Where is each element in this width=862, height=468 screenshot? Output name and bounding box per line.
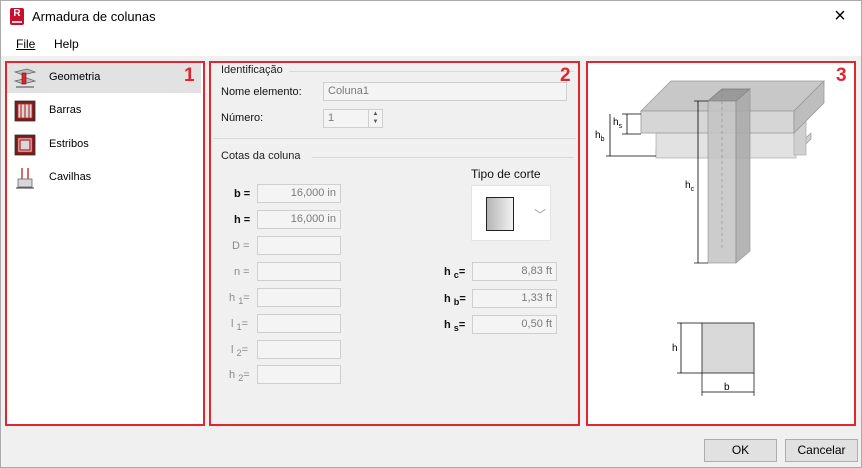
menu-file[interactable]: File xyxy=(16,37,35,51)
ok-button[interactable]: OK xyxy=(704,439,777,462)
title-bar: R Armadura de colunas × xyxy=(1,1,861,32)
menu-help[interactable]: Help xyxy=(54,37,79,51)
menu-bar: File Help xyxy=(1,32,861,56)
cancel-button[interactable]: Cancelar xyxy=(785,439,858,462)
app-icon: R xyxy=(10,8,24,25)
callout-box-2 xyxy=(209,61,580,426)
callout-box-1 xyxy=(5,61,205,426)
close-button[interactable]: × xyxy=(829,5,851,27)
menu-file-label: File xyxy=(16,37,36,51)
dialog-window: R Armadura de colunas × File Help Geomet… xyxy=(0,0,862,468)
callout-number-2: 2 xyxy=(560,65,571,86)
window-title: Armadura de colunas xyxy=(32,9,156,24)
callout-number-3: 3 xyxy=(836,65,847,86)
callout-box-3 xyxy=(586,61,856,426)
callout-number-1: 1 xyxy=(184,65,195,86)
